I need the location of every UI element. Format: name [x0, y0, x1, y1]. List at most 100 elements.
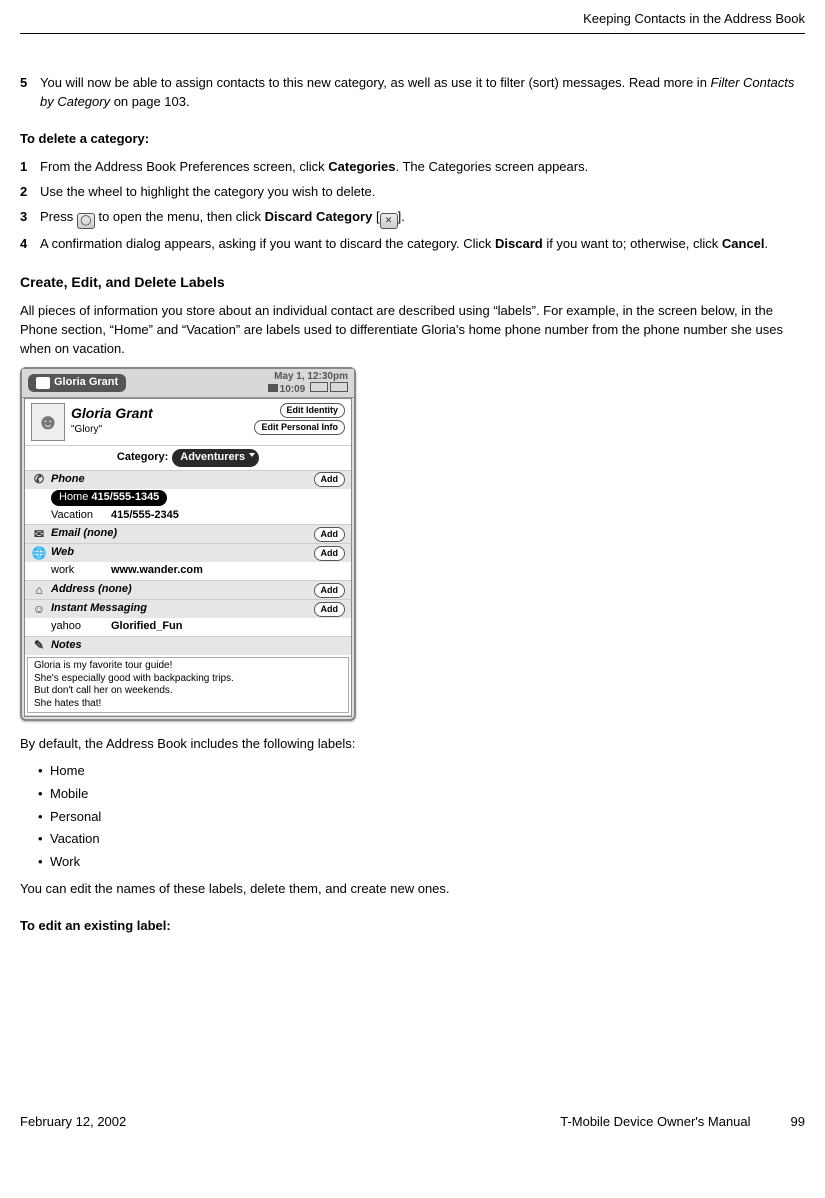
contact-name: Gloria Grant — [71, 403, 153, 423]
notes-line: But don't call her on weekends. — [34, 685, 342, 698]
labels-heading: Create, Edit, and Delete Labels — [20, 272, 805, 292]
labels-intro: All pieces of information you store abou… — [20, 302, 805, 359]
text: to open the menu, then click — [95, 209, 265, 224]
title-tab: Gloria Grant — [28, 374, 126, 392]
bullet-dot-icon: • — [38, 785, 50, 804]
heading-text: To edit an existing label — [20, 918, 166, 933]
bullet-text: Work — [50, 854, 80, 869]
im-row[interactable]: yahoo Glorified_Fun — [25, 618, 351, 636]
category-dropdown[interactable]: Adventurers — [172, 449, 259, 467]
address-icon: ⌂ — [31, 583, 47, 597]
web-label: work — [51, 563, 111, 579]
bullet-dot-icon: • — [38, 830, 50, 849]
notes-line: She's especially good with backpacking t… — [34, 673, 342, 686]
text: Press — [40, 209, 77, 224]
category-row: Category: Adventurers — [25, 446, 351, 471]
delete-step-3: 3 Press to open the menu, then click Dis… — [20, 208, 805, 229]
heading-tail: : — [145, 131, 149, 146]
step-5: 5 You will now be able to assign contact… — [20, 74, 805, 112]
address-book-icon — [36, 377, 50, 389]
web-section: 🌐 Web Add work www.wander.com — [25, 544, 351, 581]
heading-tail: : — [166, 918, 170, 933]
web-icon: 🌐 — [31, 546, 47, 560]
web-row[interactable]: work www.wander.com — [25, 562, 351, 580]
avatar: ☻ — [31, 403, 65, 441]
im-title: Instant Messaging — [51, 601, 147, 617]
im-label: yahoo — [51, 619, 111, 635]
phone-row-vacation[interactable]: Vacation 415/555-2345 — [25, 507, 351, 525]
delete-step-2: 2 Use the wheel to highlight the categor… — [20, 183, 805, 202]
bullet-text: Personal — [50, 809, 101, 824]
bullet-text: Vacation — [50, 831, 100, 846]
text: if you want to; otherwise, click — [543, 236, 722, 251]
identity-area: ☻ Gloria Grant "Glory" Edit Identity Edi… — [25, 399, 351, 446]
text: on page 103. — [110, 94, 190, 109]
bullet-item: •Personal — [38, 808, 805, 827]
page-number: 99 — [791, 1113, 805, 1132]
im-value: Glorified_Fun — [111, 619, 183, 635]
device-screenshot: Gloria Grant May 1, 12:30pm 10:09 ☻ Glor… — [20, 367, 356, 721]
im-icon: ☺ — [31, 602, 47, 616]
text: . — [765, 236, 769, 251]
phone-title: Phone — [51, 472, 85, 488]
text: From the Address Book Preferences screen… — [40, 159, 328, 174]
labels-edit-intro: You can edit the names of these labels, … — [20, 880, 805, 899]
add-im-button[interactable]: Add — [314, 602, 346, 617]
step-number: 3 — [20, 208, 40, 229]
notes-line: She hates that! — [34, 698, 342, 711]
phone-header: ✆ Phone Add — [25, 471, 351, 489]
phone-icon: ✆ — [31, 473, 47, 487]
email-header: ✉ Email (none) Add — [25, 525, 351, 543]
text: . The Categories screen appears. — [396, 159, 589, 174]
heading-text: To delete a category — [20, 131, 145, 146]
battery-icon — [310, 382, 328, 392]
phone-home-label: Home — [59, 491, 88, 503]
phone-home-selected: Home 415/555-1345 — [51, 490, 167, 506]
text: [ — [372, 209, 379, 224]
bullet-text: Home — [50, 763, 85, 778]
add-web-button[interactable]: Add — [314, 546, 346, 561]
phone-section: ✆ Phone Add Home 415/555-1345 Vacation 4… — [25, 471, 351, 526]
device-body: ☻ Gloria Grant "Glory" Edit Identity Edi… — [24, 398, 352, 717]
discard-icon — [380, 213, 398, 229]
notes-icon: ✎ — [31, 639, 47, 653]
wheel-icon — [77, 213, 95, 229]
phone-row-home[interactable]: Home 415/555-1345 — [25, 489, 351, 507]
ui-term: Categories — [328, 159, 395, 174]
bullet-dot-icon: • — [38, 762, 50, 781]
phone-vacation-number: 415/555-2345 — [111, 508, 179, 524]
status-time: 10:09 — [280, 384, 306, 395]
status-right: May 1, 12:30pm 10:09 — [268, 371, 348, 395]
add-phone-button[interactable]: Add — [314, 472, 346, 487]
notes-title: Notes — [51, 638, 82, 654]
text: You will now be able to assign contacts … — [40, 75, 711, 90]
step-body: A confirmation dialog appears, asking if… — [40, 235, 805, 254]
edit-buttons: Edit Identity Edit Personal Info — [254, 403, 345, 435]
notes-body: Gloria is my favorite tour guide! She's … — [27, 657, 349, 713]
web-header: 🌐 Web Add — [25, 544, 351, 562]
ui-term: Discard — [495, 236, 543, 251]
email-icon: ✉ — [31, 527, 47, 541]
bullet-item: •Home — [38, 762, 805, 781]
bullet-item: •Work — [38, 853, 805, 872]
web-title: Web — [51, 545, 74, 561]
add-address-button[interactable]: Add — [314, 583, 346, 598]
email-section: ✉ Email (none) Add — [25, 525, 351, 544]
delete-step-1: 1 From the Address Book Preferences scre… — [20, 158, 805, 177]
edit-personal-button[interactable]: Edit Personal Info — [254, 420, 345, 435]
footer-date: February 12, 2002 — [20, 1113, 126, 1132]
step-number: 2 — [20, 183, 40, 202]
device-statusbar: Gloria Grant May 1, 12:30pm 10:09 — [22, 369, 354, 398]
signal-icon — [268, 384, 278, 392]
step-body: Use the wheel to highlight the category … — [40, 183, 805, 202]
contact-nickname: "Glory" — [71, 423, 153, 438]
step-number: 5 — [20, 74, 40, 112]
notes-header: ✎ Notes — [25, 637, 351, 655]
battery-icon — [330, 382, 348, 392]
phone-home-number: 415/555-1345 — [91, 491, 159, 503]
edit-identity-button[interactable]: Edit Identity — [280, 403, 346, 418]
address-section: ⌂ Address (none) Add — [25, 581, 351, 600]
add-email-button[interactable]: Add — [314, 527, 346, 542]
bullet-text: Mobile — [50, 786, 88, 801]
web-value: www.wander.com — [111, 563, 203, 579]
